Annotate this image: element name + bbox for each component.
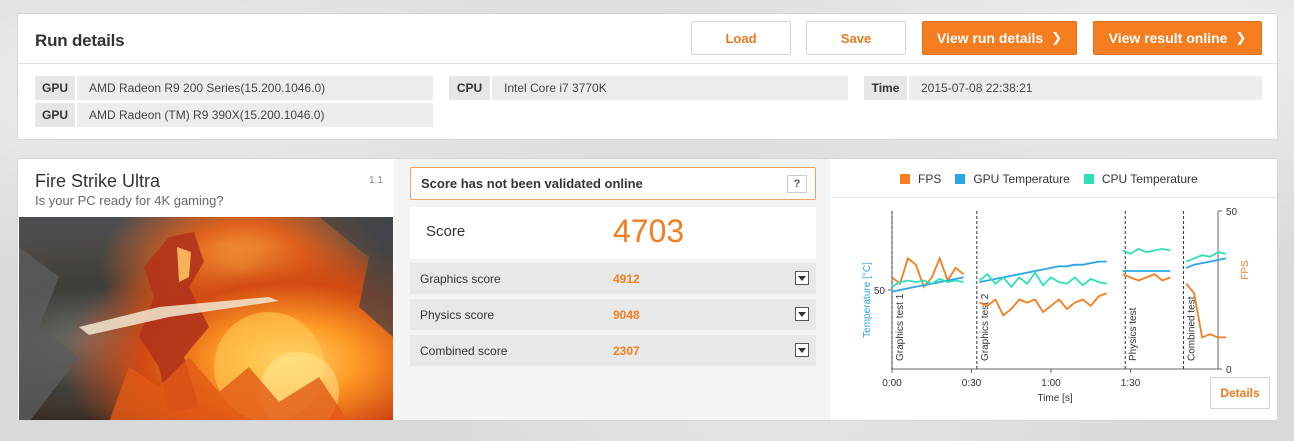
run-details-title: Run details bbox=[35, 31, 125, 50]
score-value: 4703 bbox=[613, 213, 685, 249]
series-line-0 bbox=[1122, 273, 1171, 282]
gpu-value: AMD Radeon (TM) R9 390X(15.200.1046.0) bbox=[89, 108, 325, 122]
section-label: Graphics test 1 bbox=[895, 293, 906, 361]
sub-score-label: Combined score bbox=[420, 344, 508, 358]
physics-score-row[interactable]: Physics score 9048 bbox=[410, 299, 816, 330]
sub-score-value: 9048 bbox=[613, 308, 640, 322]
x-tick-label: 0:00 bbox=[882, 378, 902, 389]
combined-score-row[interactable]: Combined score 2307 bbox=[410, 335, 816, 366]
cpu-key: CPU bbox=[449, 76, 492, 100]
section-label: Physics test bbox=[1128, 307, 1139, 361]
x-axis-label: Time [s] bbox=[1037, 393, 1072, 404]
fire-warrior-artwork bbox=[19, 217, 393, 420]
right-tick-label: 50 bbox=[1226, 207, 1238, 218]
series-line-1 bbox=[891, 276, 964, 293]
load-button[interactable]: Load bbox=[691, 21, 791, 55]
series-line-2 bbox=[978, 270, 1107, 289]
sub-score-label: Physics score bbox=[420, 308, 495, 322]
monitoring-chart-column: FPS GPU Temperature CPU Temperature 50 0 5… bbox=[830, 159, 1277, 420]
gpu-key: GPU bbox=[35, 103, 77, 127]
x-tick-label: 0:30 bbox=[962, 378, 982, 389]
time-value: 2015-07-08 22:38:21 bbox=[921, 81, 1033, 95]
series-line-1 bbox=[979, 260, 1107, 283]
validation-message: Score has not been validated online bbox=[421, 176, 643, 191]
benchmark-version: 1.1 bbox=[369, 175, 383, 186]
divider bbox=[18, 63, 1277, 64]
x-tick-label: 1:30 bbox=[1121, 378, 1141, 389]
view-run-details-button[interactable]: View run details ❯ bbox=[922, 21, 1077, 55]
series-line-2 bbox=[1122, 247, 1171, 255]
sub-score-label: Graphics score bbox=[420, 272, 501, 286]
cpu-value: Intel Core i7 3770K bbox=[504, 81, 607, 95]
sub-score-value: 2307 bbox=[613, 344, 640, 358]
graphics-score-row[interactable]: Graphics score 4912 bbox=[410, 263, 816, 294]
run-details-panel: Run details Load Save View run details ❯… bbox=[17, 13, 1278, 140]
validation-warning: Score has not been validated online ? bbox=[410, 167, 816, 200]
expand-icon[interactable] bbox=[795, 271, 809, 285]
expand-icon[interactable] bbox=[795, 343, 809, 357]
expand-icon[interactable] bbox=[795, 307, 809, 321]
help-button[interactable]: ? bbox=[787, 175, 807, 193]
score-box: Score 4703 bbox=[410, 207, 816, 259]
gpu-value: AMD Radeon R9 200 Series(15.200.1046.0) bbox=[89, 81, 326, 95]
series-line-0 bbox=[979, 292, 1108, 317]
chevron-right-icon: ❯ bbox=[1235, 30, 1247, 45]
x-tick-label: 1:00 bbox=[1041, 378, 1061, 389]
time-row: Time 2015-07-08 22:38:21 bbox=[864, 76, 1262, 100]
score-column: Score has not been validated online ? Sc… bbox=[394, 159, 830, 420]
time-key: Time bbox=[864, 76, 909, 100]
gpu-key: GPU bbox=[35, 76, 77, 100]
right-tick-label: 0 bbox=[1226, 365, 1232, 376]
view-result-online-button[interactable]: View result online ❯ bbox=[1093, 21, 1262, 55]
right-axis-label: FPS bbox=[1240, 260, 1251, 280]
benchmark-title: Fire Strike Ultra bbox=[35, 171, 161, 191]
gpu-row-1: GPU AMD Radeon R9 200 Series(15.200.1046… bbox=[35, 76, 433, 100]
left-axis-label: Temperature [°C] bbox=[862, 262, 873, 338]
benchmark-subtitle: Is your PC ready for 4K gaming? bbox=[35, 193, 224, 208]
gpu-row-2: GPU AMD Radeon (TM) R9 390X(15.200.1046.… bbox=[35, 103, 433, 127]
benchmark-artwork bbox=[19, 217, 393, 420]
save-button[interactable]: Save bbox=[806, 21, 906, 55]
view-run-details-label: View run details bbox=[936, 30, 1044, 46]
sub-score-value: 4912 bbox=[613, 272, 640, 286]
view-result-online-label: View result online bbox=[1108, 30, 1228, 46]
details-button[interactable]: Details bbox=[1210, 377, 1270, 409]
benchmark-panel: Fire Strike Ultra 1.1 Is your PC ready f… bbox=[17, 158, 1278, 421]
score-label: Score bbox=[426, 223, 466, 240]
cpu-row: CPU Intel Core i7 3770K bbox=[449, 76, 848, 100]
chevron-right-icon: ❯ bbox=[1051, 30, 1063, 45]
left-tick-label: 50 bbox=[874, 286, 886, 297]
